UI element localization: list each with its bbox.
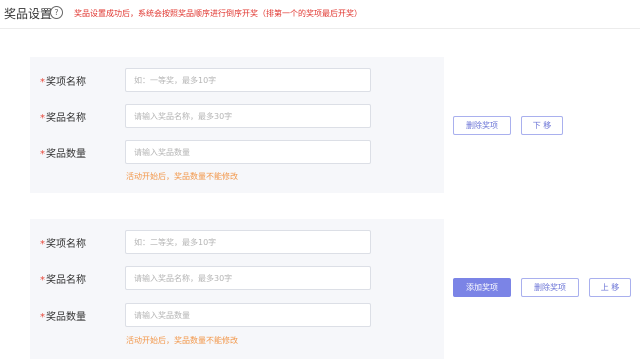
quantity-label-text: 奖品数量: [46, 149, 86, 160]
prize-name-label-text: 奖品名称: [46, 113, 86, 124]
section-header: 奖品设置 ? 奖品设置成功后，系统会按照奖品顺序进行倒序开奖（排第一个的奖项最后…: [0, 0, 640, 29]
quantity-label-text: 奖品数量: [46, 312, 86, 323]
prize-name-label: *奖品名称: [40, 271, 86, 286]
quantity-hint: 活动开始后，奖品数量不能修改: [126, 336, 238, 345]
delete-award-button[interactable]: 删除奖项: [453, 116, 511, 135]
add-award-button[interactable]: 添加奖项: [453, 278, 511, 297]
required-mark: *: [40, 149, 45, 160]
prize-name-input[interactable]: [125, 104, 371, 128]
delete-award-button[interactable]: 删除奖项: [521, 278, 579, 297]
award-name-label: *奖项名称: [40, 73, 86, 88]
award-name-label: *奖项名称: [40, 235, 86, 250]
move-down-button[interactable]: 下 移: [521, 116, 563, 135]
draw-order-notice: 奖品设置成功后，系统会按照奖品顺序进行倒序开奖（排第一个的奖项最后开奖）: [74, 9, 362, 18]
required-mark: *: [40, 77, 45, 88]
quantity-input[interactable]: [125, 303, 371, 327]
prize-name-input[interactable]: [125, 266, 371, 290]
required-mark: *: [40, 312, 45, 323]
prize-card-2: *奖项名称 *奖品名称 *奖品数量 活动开始后，奖品数量不能修改: [30, 219, 444, 359]
award-name-label-text: 奖项名称: [46, 77, 86, 88]
award-name-input[interactable]: [125, 68, 371, 92]
required-mark: *: [40, 275, 45, 286]
award-name-input[interactable]: [125, 230, 371, 254]
move-up-button[interactable]: 上 移: [589, 278, 631, 297]
prize-name-label-text: 奖品名称: [46, 275, 86, 286]
quantity-label: *奖品数量: [40, 308, 86, 323]
section-title: 奖品设置: [4, 7, 53, 21]
required-mark: *: [40, 113, 45, 124]
required-mark: *: [40, 239, 45, 250]
prize-card-1: *奖项名称 *奖品名称 *奖品数量 活动开始后，奖品数量不能修改: [30, 57, 444, 193]
prize-name-label: *奖品名称: [40, 109, 86, 124]
quantity-label: *奖品数量: [40, 145, 86, 160]
help-circle-icon[interactable]: ?: [50, 6, 63, 19]
quantity-hint: 活动开始后，奖品数量不能修改: [126, 172, 238, 181]
award-name-label-text: 奖项名称: [46, 239, 86, 250]
quantity-input[interactable]: [125, 140, 371, 164]
